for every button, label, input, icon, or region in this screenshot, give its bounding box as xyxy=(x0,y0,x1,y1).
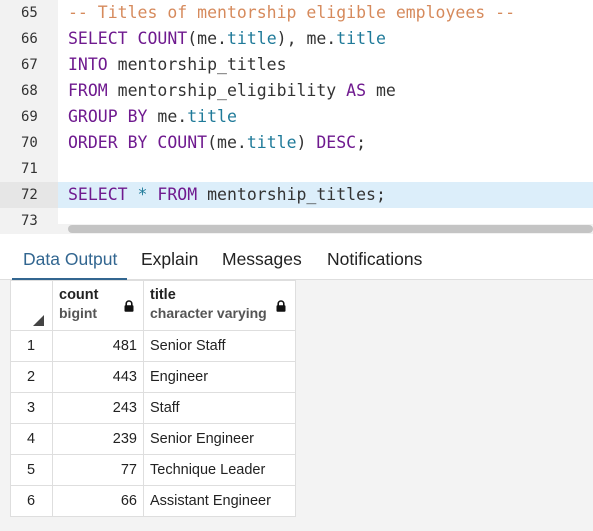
tab-explain[interactable]: Explain xyxy=(141,234,198,280)
table-row[interactable]: 6 66 Assistant Engineer xyxy=(10,485,296,517)
code-token: FROM xyxy=(157,185,208,204)
code-token: title xyxy=(246,133,297,152)
code-token: COUNT xyxy=(157,133,208,152)
code-token: SELECT xyxy=(68,185,138,204)
cell-title[interactable]: Engineer xyxy=(143,361,296,393)
code-token: ) xyxy=(296,133,317,152)
code-token: ORDER BY xyxy=(68,133,158,152)
cell-title[interactable]: Senior Staff xyxy=(143,330,296,362)
line-number: 70 xyxy=(21,135,38,151)
cell-title[interactable]: Staff xyxy=(143,392,296,424)
code-token: ; xyxy=(356,133,367,152)
row-number[interactable]: 4 xyxy=(10,423,53,455)
code-token: COUNT xyxy=(137,29,188,48)
code-token: (me. xyxy=(207,133,247,152)
cell-count[interactable]: 481 xyxy=(52,330,144,362)
select-all-corner-icon xyxy=(33,315,44,326)
table-row[interactable]: 2 443 Engineer xyxy=(10,361,296,393)
table-row[interactable]: 4 239 Senior Engineer xyxy=(10,423,296,455)
table-row[interactable]: 1 481 Senior Staff xyxy=(10,330,296,362)
code-line[interactable]: 66 SELECT COUNT(me.title), me.title xyxy=(0,26,593,52)
code-text[interactable]: INTO mentorship_titles xyxy=(68,52,287,78)
column-header-title[interactable]: title character varying xyxy=(143,280,296,331)
lock-icon xyxy=(276,300,286,312)
line-number: 71 xyxy=(21,161,38,177)
code-token: FROM xyxy=(68,81,118,100)
code-text[interactable]: SELECT * FROM mentorship_titles; xyxy=(68,182,386,208)
cell-count[interactable]: 77 xyxy=(52,454,144,486)
line-number: 68 xyxy=(21,83,38,99)
code-token: -- Titles of mentorship eligible employe… xyxy=(68,3,516,22)
code-token: title xyxy=(226,29,277,48)
table-row[interactable]: 5 77 Technique Leader xyxy=(10,454,296,486)
code-token: AS xyxy=(346,81,376,100)
code-token: me. xyxy=(157,107,188,126)
column-name: title xyxy=(150,287,176,303)
line-number: 67 xyxy=(21,57,38,73)
editor-horizontal-scrollbar[interactable] xyxy=(68,225,593,233)
table-row[interactable]: 3 243 Staff xyxy=(10,392,296,424)
code-token: title xyxy=(336,29,386,48)
row-number[interactable]: 5 xyxy=(10,454,53,486)
tab-data-output[interactable]: Data Output xyxy=(12,234,127,280)
cell-title[interactable]: Technique Leader xyxy=(143,454,296,486)
tab-notifications[interactable]: Notifications xyxy=(327,234,422,280)
code-token: me xyxy=(375,81,396,100)
code-token: GROUP BY xyxy=(68,107,158,126)
lock-icon xyxy=(124,300,134,312)
code-line[interactable]: 72 SELECT * FROM mentorship_titles; xyxy=(0,182,593,208)
line-number: 66 xyxy=(21,31,38,47)
code-token: mentorship_titles xyxy=(117,55,287,74)
code-line[interactable]: 65 -- Titles of mentorship eligible emplo… xyxy=(0,0,593,26)
code-token: mentorship_eligibility xyxy=(117,81,347,100)
results-panel: Data Output Explain Messages Notificatio… xyxy=(0,234,593,531)
line-number: 69 xyxy=(21,109,38,125)
row-header-corner[interactable] xyxy=(10,280,53,331)
code-token: * xyxy=(137,185,158,204)
code-token: SELECT xyxy=(68,29,138,48)
results-grid: count bigint title character varying 1 4… xyxy=(10,280,296,517)
cell-count[interactable]: 239 xyxy=(52,423,144,455)
line-number: 65 xyxy=(21,5,38,21)
code-text[interactable]: ORDER BY COUNT(me.title) DESC; xyxy=(68,130,366,156)
code-text[interactable]: -- Titles of mentorship eligible employe… xyxy=(68,0,515,26)
data-grid-area: count bigint title character varying 1 4… xyxy=(0,280,593,531)
code-token: ), me. xyxy=(276,29,337,48)
code-token: (me. xyxy=(187,29,227,48)
cell-title[interactable]: Senior Engineer xyxy=(143,423,296,455)
code-line[interactable]: 67 INTO mentorship_titles xyxy=(0,52,593,78)
row-number[interactable]: 1 xyxy=(10,330,53,362)
cell-title[interactable]: Assistant Engineer xyxy=(143,485,296,517)
line-number: 72 xyxy=(0,182,58,208)
row-number[interactable]: 2 xyxy=(10,361,53,393)
row-number[interactable]: 3 xyxy=(10,392,53,424)
code-line[interactable]: 71 xyxy=(0,156,593,182)
column-header-count[interactable]: count bigint xyxy=(52,280,144,331)
row-number[interactable]: 6 xyxy=(10,485,53,517)
code-text[interactable]: SELECT COUNT(me.title), me.title xyxy=(68,26,386,52)
cell-count[interactable]: 243 xyxy=(52,392,144,424)
code-line[interactable]: 69 GROUP BY me.title xyxy=(0,104,593,130)
cell-count[interactable]: 443 xyxy=(52,361,144,393)
column-type: character varying xyxy=(150,305,267,321)
code-text[interactable]: FROM mentorship_eligibility AS me xyxy=(68,78,396,104)
code-line[interactable]: 70 ORDER BY COUNT(me.title) DESC; xyxy=(0,130,593,156)
sql-editor[interactable]: 65 -- Titles of mentorship eligible emplo… xyxy=(0,0,593,234)
line-number: 73 xyxy=(21,213,38,229)
code-token: mentorship_titles; xyxy=(207,185,386,204)
code-token: DESC xyxy=(316,133,357,152)
code-token: title xyxy=(187,107,237,126)
cell-count[interactable]: 66 xyxy=(52,485,144,517)
results-tab-bar: Data Output Explain Messages Notificatio… xyxy=(0,234,593,280)
tab-messages[interactable]: Messages xyxy=(222,234,302,280)
grid-header-row: count bigint title character varying xyxy=(10,280,296,331)
code-token: INTO xyxy=(68,55,118,74)
code-line[interactable]: 68 FROM mentorship_eligibility AS me xyxy=(0,78,593,104)
code-text[interactable]: GROUP BY me.title xyxy=(68,104,237,130)
